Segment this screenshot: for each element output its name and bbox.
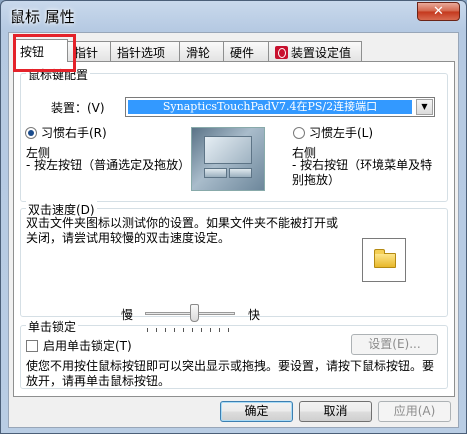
- ok-button[interactable]: 确定: [220, 401, 293, 422]
- fast-label: 快: [248, 308, 261, 322]
- folder-icon: [374, 249, 396, 268]
- mouse-properties-window: 鼠标 属性 ✕ 按钮 指针 指针选项 滑轮 硬件 装置设定值 鼠标键配置 装置：…: [0, 0, 467, 434]
- click-lock-group: 单击锁定 启用单击锁定(T) 设置(E)... 使您不用按住鼠标按钮即可以突出显…: [20, 318, 448, 389]
- device-label: 装置：(V): [51, 101, 105, 115]
- apply-button[interactable]: 应用(A): [378, 401, 451, 422]
- tab-pointers[interactable]: 指针: [67, 41, 111, 61]
- device-select[interactable]: SynapticsTouchPadV7.4在PS/2连接端口 ▼: [125, 97, 435, 117]
- test-folder-area[interactable]: [362, 238, 406, 282]
- tab-pointer-options[interactable]: 指针选项: [110, 41, 180, 61]
- slow-label: 慢: [121, 308, 134, 322]
- window-title: 鼠标 属性: [10, 8, 75, 26]
- dialog-client: 按钮 指针 指针选项 滑轮 硬件 装置设定值 鼠标键配置 装置：(V) Syna…: [8, 32, 459, 428]
- click-lock-description: 使您不用按住鼠标按钮即可以突出显示或拖拽。要设置，请按下鼠标按钮。要放开，请再单…: [26, 359, 435, 388]
- touchpad-surface: [204, 136, 252, 164]
- chevron-down-icon[interactable]: ▼: [416, 99, 433, 115]
- tab-buttons[interactable]: 按钮: [13, 39, 68, 62]
- button-config-legend: 鼠标键配置: [26, 66, 91, 83]
- right-hand-label: 习惯右手(R): [41, 126, 107, 140]
- click-lock-legend: 单击锁定: [26, 318, 79, 335]
- slider-thumb[interactable]: [190, 304, 199, 322]
- click-lock-checkbox-box[interactable]: [26, 340, 38, 352]
- click-lock-label: 启用单击锁定(T): [43, 339, 132, 353]
- tab-hardware[interactable]: 硬件: [223, 41, 269, 61]
- tab-strip: 按钮 指针 指针选项 滑轮 硬件 装置设定值: [9, 39, 460, 62]
- left-side-description: - 按左按钮（普通选定及拖放）: [26, 158, 191, 172]
- click-lock-checkbox[interactable]: 启用单击锁定(T): [26, 337, 132, 354]
- double-click-group: 双击速度(D) 双击文件夹图标以测试你的设置。如果文件夹不能被打开或关闭，请尝试…: [20, 201, 448, 332]
- click-lock-settings-button[interactable]: 设置(E)...: [351, 334, 438, 355]
- right-hand-radio-indicator[interactable]: [25, 127, 37, 139]
- touchpad-left-button: [204, 168, 227, 178]
- double-click-description: 双击文件夹图标以测试你的设置。如果文件夹不能被打开或关闭，请尝试用较慢的双击速度…: [26, 216, 339, 245]
- button-config-group: 鼠标键配置 装置：(V) SynapticsTouchPadV7.4在PS/2连…: [20, 66, 448, 202]
- left-hand-radio-indicator[interactable]: [293, 127, 305, 139]
- left-hand-label: 习惯左手(L): [309, 126, 374, 140]
- touchpad-image: [191, 127, 265, 191]
- right-hand-radio[interactable]: 习惯右手(R): [25, 124, 107, 141]
- cancel-button[interactable]: 取消: [299, 401, 372, 422]
- close-button[interactable]: ✕: [417, 2, 460, 21]
- synaptics-icon: [275, 46, 288, 59]
- left-hand-radio[interactable]: 习惯左手(L): [293, 124, 373, 141]
- touchpad-right-button: [229, 168, 252, 178]
- right-side-description: - 按右按钮（环境菜单及特别拖放）: [292, 158, 433, 187]
- tab-device-settings[interactable]: 装置设定值: [268, 41, 362, 61]
- tab-wheel[interactable]: 滑轮: [179, 41, 224, 61]
- device-select-value: SynapticsTouchPadV7.4在PS/2连接端口: [128, 100, 412, 114]
- title-bar[interactable]: 鼠标 属性 ✕: [1, 1, 466, 31]
- buttons-tab-panel: 鼠标键配置 装置：(V) SynapticsTouchPadV7.4在PS/2连…: [13, 61, 455, 397]
- tab-device-settings-label: 装置设定值: [291, 46, 352, 60]
